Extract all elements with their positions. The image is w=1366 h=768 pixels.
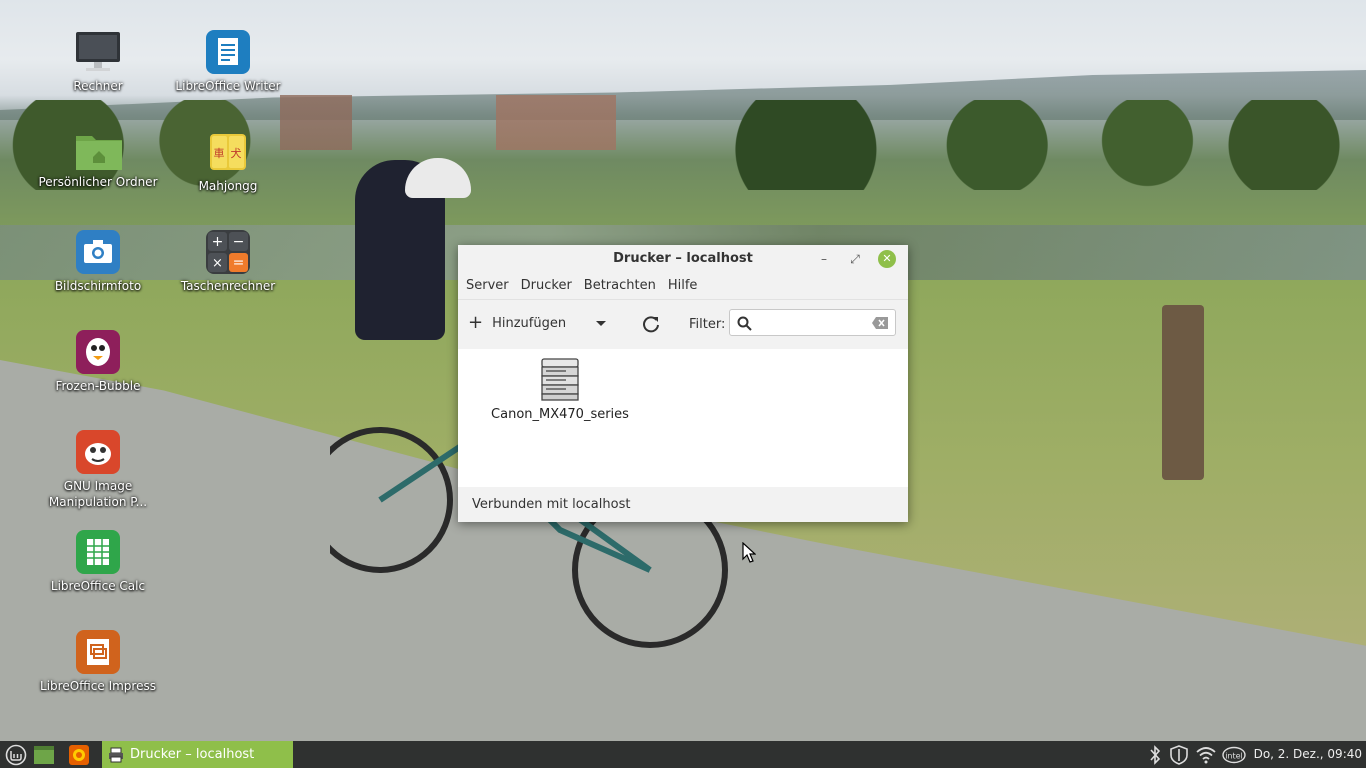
wallpaper-houses <box>280 95 760 150</box>
svg-text:−: − <box>233 234 245 250</box>
libreoffice-calc-icon <box>76 530 120 574</box>
bluetooth-icon[interactable] <box>1148 744 1162 765</box>
computer-icon <box>76 30 120 74</box>
desktop-icon-label: LibreOffice Calc <box>50 579 146 593</box>
desktop-icon-label: Rechner <box>73 79 123 93</box>
clock[interactable]: Do, 2. Dez., 09:40 <box>1254 747 1362 761</box>
printer-icon <box>109 747 123 762</box>
wifi-icon[interactable] <box>1196 746 1216 764</box>
desktop-icon-label: Frozen-Bubble <box>55 379 141 393</box>
svg-text:intel: intel <box>1225 751 1243 760</box>
gimp-icon <box>76 430 120 474</box>
menu-betrachten[interactable]: Betrachten <box>578 273 662 299</box>
printer-window: Drucker – localhost – ⤢ ✕ Server Drucker… <box>458 245 908 522</box>
folder-home-icon <box>76 130 122 170</box>
desktop-icon <box>34 745 54 764</box>
mint-logo-icon <box>5 744 27 765</box>
svg-text:=: = <box>233 255 245 271</box>
menu-drucker[interactable]: Drucker <box>515 273 578 299</box>
filter-label: Filter: <box>689 317 726 332</box>
add-printer-button[interactable]: + Hinzufügen <box>468 314 566 332</box>
penguin-icon <box>76 330 120 374</box>
toolbar: + Hinzufügen Filter: <box>458 299 908 348</box>
show-desktop-button[interactable] <box>33 741 55 768</box>
refresh-button[interactable] <box>640 313 662 335</box>
desktop-icon-calculator[interactable]: + − × = Taschenrechner <box>168 230 288 294</box>
printer-icon <box>541 358 579 401</box>
system-tray: intel <box>1148 741 1254 768</box>
libreoffice-impress-icon <box>76 630 120 674</box>
add-printer-label: Hinzufügen <box>492 315 567 331</box>
svg-text:×: × <box>212 256 223 271</box>
svg-text:+: + <box>212 234 224 250</box>
svg-text:犬: 犬 <box>231 146 242 160</box>
calculator-icon: + − × = <box>206 230 250 274</box>
libreoffice-writer-icon <box>206 30 250 74</box>
desktop-icon-libreoffice-impress[interactable]: LibreOffice Impress <box>38 630 158 694</box>
desktop-icon-home-folder[interactable]: Persönlicher Ordner <box>38 130 158 190</box>
desktop-icon-label: Mahjongg <box>198 179 258 193</box>
menu-server[interactable]: Server <box>460 273 515 299</box>
status-bar: Verbunden mit localhost <box>458 487 908 522</box>
menu-hilfe[interactable]: Hilfe <box>662 273 704 299</box>
start-menu-button[interactable] <box>4 741 28 768</box>
refresh-icon <box>643 316 659 333</box>
close-icon[interactable]: ✕ <box>878 250 896 268</box>
desktop-icon-screenshot[interactable]: Bildschirmfoto <box>38 230 158 294</box>
desktop-icon-mahjongg[interactable]: 車犬 Mahjongg <box>168 130 288 194</box>
filter-field[interactable] <box>729 309 896 336</box>
desktop-icon-label: Persönlicher Ordner <box>38 175 158 189</box>
desktop-icon-label: LibreOffice Writer <box>175 79 281 93</box>
desktop-icon-gimp[interactable]: GNU Image Manipulation P... <box>38 430 158 510</box>
taskbar-window-label: Drucker – localhost <box>130 747 255 762</box>
desktop-icon-frozen-bubble[interactable]: Frozen-Bubble <box>38 330 158 394</box>
filter-input[interactable] <box>756 313 870 333</box>
window-titlebar[interactable]: Drucker – localhost – ⤢ ✕ <box>458 245 908 273</box>
search-icon <box>737 316 752 331</box>
desktop-icon-label: GNU Image Manipulation P... <box>48 479 148 509</box>
minimize-icon[interactable]: – <box>815 250 833 268</box>
mouse-cursor-icon <box>742 542 756 563</box>
printer-name: Canon_MX470_series <box>491 407 629 422</box>
status-text: Verbunden mit localhost <box>472 497 631 512</box>
firefox-icon <box>69 744 89 765</box>
desktop-icon-label: Taschenrechner <box>180 279 276 293</box>
chevron-down-icon <box>596 321 606 326</box>
plus-icon: + <box>468 312 484 333</box>
printer-item[interactable]: Canon_MX470_series <box>486 357 634 422</box>
taskbar: Drucker – localhost intel Do, 2. Dez., 0… <box>0 741 1366 768</box>
add-dropdown-button[interactable] <box>593 314 609 332</box>
desktop-icon-label: LibreOffice Impress <box>40 679 156 693</box>
desktop-icon-libreoffice-writer[interactable]: LibreOffice Writer <box>168 30 288 94</box>
window-title: Drucker – localhost <box>613 251 753 266</box>
camera-icon <box>76 230 120 274</box>
desktop-icon-rechner[interactable]: Rechner <box>38 30 158 94</box>
firefox-launcher[interactable] <box>68 741 90 768</box>
taskbar-window-button[interactable]: Drucker – localhost <box>102 741 293 768</box>
desktop-icon-libreoffice-calc[interactable]: LibreOffice Calc <box>38 530 158 594</box>
desktop-icon-label: Bildschirmfoto <box>54 279 142 293</box>
wallpaper-fence-post <box>1162 305 1204 480</box>
shield-icon[interactable] <box>1170 744 1188 765</box>
clear-icon[interactable] <box>872 317 888 329</box>
menu-bar: Server Drucker Betrachten Hilfe <box>458 273 908 299</box>
printer-list: Canon_MX470_series <box>458 349 908 487</box>
maximize-icon[interactable]: ⤢ <box>846 250 864 268</box>
mahjongg-icon: 車犬 <box>206 130 250 174</box>
svg-text:車: 車 <box>214 146 225 160</box>
intel-icon[interactable]: intel <box>1222 746 1246 764</box>
